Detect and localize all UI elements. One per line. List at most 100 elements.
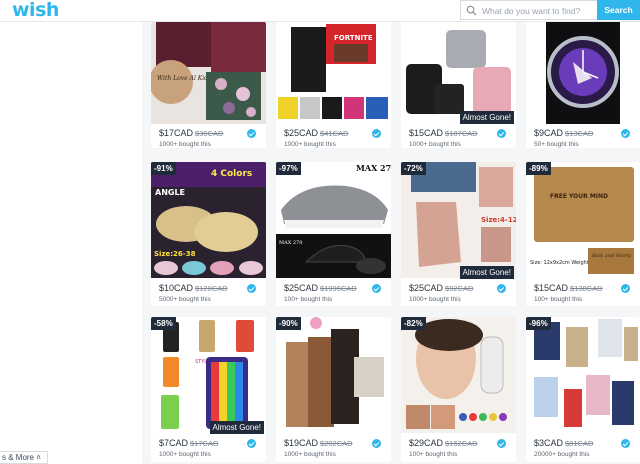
bought-count: 20000+ bought this xyxy=(534,451,590,458)
discount-badge: -96% xyxy=(526,317,551,330)
verified-icon xyxy=(497,284,506,293)
current-price: $15CAD xyxy=(409,128,444,138)
product-image[interactable]: STYLE 1 xyxy=(151,317,266,433)
current-price: $7CAD xyxy=(159,438,189,448)
product-image-text: 4 Colors xyxy=(211,169,252,179)
product-grid: With Love Al Kids $17CAD $30CAD 1000+ bou… xyxy=(0,0,640,464)
bought-count: 100+ bought this xyxy=(534,296,583,303)
product-card[interactable]: 4 Colors ANGLE Size:26-38 -91% $10CAD $12… xyxy=(151,162,266,306)
bought-count: 1000+ bought this xyxy=(409,141,461,148)
verified-icon xyxy=(621,439,630,448)
current-price: $3CAD xyxy=(534,438,564,448)
product-image[interactable]: With Love Al Kids xyxy=(151,22,266,124)
discount-badge: -58% xyxy=(151,317,176,330)
original-price: $107CAD xyxy=(445,129,478,138)
original-price: $162CAD xyxy=(445,439,478,448)
wish-logo[interactable]: wish xyxy=(12,0,59,21)
verified-icon xyxy=(372,284,381,293)
discount-badge: -72% xyxy=(401,162,426,175)
discount-badge: -82% xyxy=(401,317,426,330)
product-price: $25CAD $92CAD xyxy=(409,283,473,293)
product-price: $25CAD $41CAD xyxy=(284,128,348,138)
original-price: $120CAD xyxy=(195,284,228,293)
search-button[interactable]: Search xyxy=(597,0,640,20)
product-card[interactable]: Almost Gone! $15CAD $107CAD 1000+ bought … xyxy=(401,22,516,148)
product-card[interactable]: $9CAD $13CAD 50+ bought this xyxy=(526,22,640,148)
product-image-text: MAX 270 xyxy=(356,163,391,173)
verified-icon xyxy=(247,284,256,293)
discount-badge: -91% xyxy=(151,162,176,175)
current-price: $19CAD xyxy=(284,438,319,448)
product-card[interactable]: With Love Al Kids $17CAD $30CAD 1000+ bou… xyxy=(151,22,266,148)
original-price: $30CAD xyxy=(195,129,224,138)
product-price: $15CAD $107CAD xyxy=(409,128,478,138)
product-image-text: FORTNITE xyxy=(334,34,373,42)
current-price: $17CAD xyxy=(159,128,194,138)
discount-badge: -90% xyxy=(276,317,301,330)
bought-count: 100+ bought this xyxy=(409,451,458,458)
product-image-text: FREE YOUR MIND xyxy=(550,193,608,200)
product-card[interactable]: MAX 270 MAX 270 -97% $25CAD$1996CAD 100+… xyxy=(276,162,391,306)
current-price: $25CAD xyxy=(284,283,319,293)
product-price: $25CAD $1996CAD xyxy=(284,283,357,293)
bought-count: 1000+ bought this xyxy=(284,141,336,148)
bought-count: 100+ bought this xyxy=(284,296,333,303)
original-price: $41CAD xyxy=(320,129,349,138)
current-price: $29CAD xyxy=(409,438,444,448)
verified-icon xyxy=(372,129,381,138)
search-box[interactable] xyxy=(460,0,597,20)
verified-icon xyxy=(621,284,630,293)
product-price: $7CAD $17CAD xyxy=(159,438,218,448)
product-price: $10CAD $120CAD xyxy=(159,283,228,293)
search-icon xyxy=(466,5,477,16)
product-image[interactable]: FORTNITE xyxy=(276,22,391,124)
product-image[interactable]: 4 Colors ANGLE Size:26-38 xyxy=(151,162,266,278)
product-card[interactable]: FREE YOUR MIND Size: 12x9x2cm Weight: 60… xyxy=(526,162,640,306)
verified-icon xyxy=(497,439,506,448)
product-image[interactable]: FREE YOUR MIND Size: 12x9x2cm Weight: 60… xyxy=(526,162,640,278)
product-card[interactable]: -96% $3CAD $81CAD 20000+ bought this xyxy=(526,317,640,462)
bought-count: 1000+ bought this xyxy=(409,296,461,303)
product-image-text: MAX 270 xyxy=(279,240,302,246)
almost-gone-badge: Almost Gone! xyxy=(459,266,514,279)
product-image[interactable] xyxy=(526,317,640,433)
product-card[interactable]: -90% $19CAD $202CAD 1000+ bought this xyxy=(276,317,391,462)
product-card[interactable]: Size:4-12 -72% Almost Gone! $25CAD $92CAD… xyxy=(401,162,516,306)
bought-count: 5000+ bought this xyxy=(159,296,211,303)
original-price: $17CAD xyxy=(190,439,219,448)
product-image[interactable]: MAX 270 MAX 270 xyxy=(276,162,391,278)
product-price: $15CAD $138CAD xyxy=(534,283,603,293)
original-price: $13CAD xyxy=(565,129,594,138)
product-image[interactable] xyxy=(401,22,516,124)
original-price: $1996CAD xyxy=(320,284,357,293)
product-image-text: With Love Al Kids xyxy=(157,75,211,82)
product-image[interactable]: Size:4-12 xyxy=(401,162,516,278)
verified-icon xyxy=(372,439,381,448)
product-image-text: Rick and Morty xyxy=(591,253,631,259)
almost-gone-badge: Almost Gone! xyxy=(209,421,264,434)
bought-count: 1000+ bought this xyxy=(159,451,211,458)
product-image-text: Size:26-38 xyxy=(154,250,196,258)
almost-gone-badge: Almost Gone! xyxy=(459,111,514,124)
product-card[interactable]: STYLE 1 -58% Almost Gone! $7CAD $17CAD 10… xyxy=(151,317,266,462)
current-price: $25CAD xyxy=(284,128,319,138)
current-price: $15CAD xyxy=(534,283,569,293)
product-price: $19CAD $202CAD xyxy=(284,438,353,448)
product-image[interactable] xyxy=(526,22,640,124)
verified-icon xyxy=(247,439,256,448)
original-price: $81CAD xyxy=(565,439,594,448)
original-price: $202CAD xyxy=(320,439,353,448)
product-card[interactable]: FORTNITE $25CAD $41CAD 1000+ bought this xyxy=(276,22,391,148)
discount-badge: -89% xyxy=(526,162,551,175)
current-price: $9CAD xyxy=(534,128,564,138)
product-price: $3CAD $81CAD xyxy=(534,438,593,448)
product-image[interactable] xyxy=(276,317,391,433)
bought-count: 50+ bought this xyxy=(534,141,579,148)
original-price: $92CAD xyxy=(445,284,474,293)
product-card[interactable]: -82% $29CAD $162CAD 100+ bought this xyxy=(401,317,516,462)
bought-count: 1000+ bought this xyxy=(284,451,336,458)
original-price: $138CAD xyxy=(570,284,603,293)
product-image[interactable] xyxy=(401,317,516,433)
search-input[interactable] xyxy=(482,3,594,18)
verified-icon xyxy=(497,129,506,138)
